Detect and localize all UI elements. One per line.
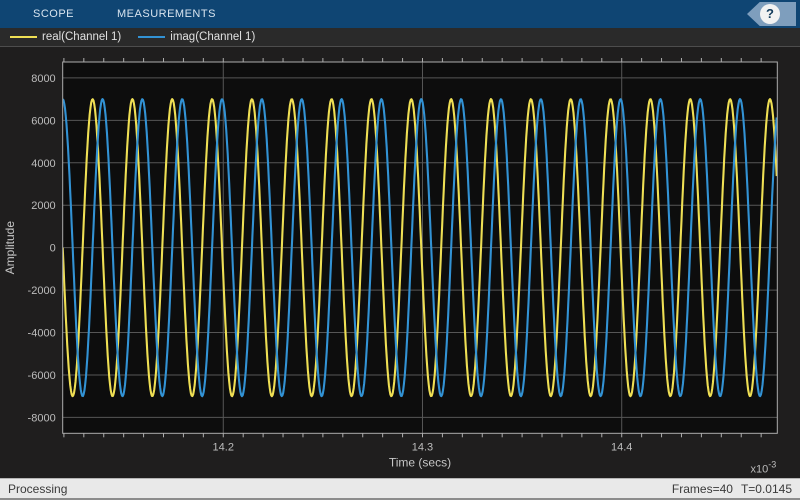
status-message: Processing [8, 482, 67, 496]
status-frames: Frames=40 [672, 482, 733, 496]
legend-label-imag: imag(Channel 1) [170, 31, 255, 43]
x-tick-label: 14.4 [611, 441, 632, 453]
tab-scope[interactable]: SCOPE [16, 0, 91, 28]
legend-bar: real(Channel 1) imag(Channel 1) [0, 28, 800, 47]
legend-item-imag[interactable]: imag(Channel 1) [138, 31, 255, 43]
y-axis-label: Amplitude [3, 221, 17, 275]
help-button[interactable]: ? [747, 2, 796, 26]
help-icon[interactable]: ? [760, 4, 780, 24]
x-axis-multiplier: x10-3 [751, 459, 777, 475]
legend-label-real: real(Channel 1) [42, 31, 121, 43]
status-bar: Processing Frames=40 T=0.0145 [0, 478, 800, 500]
y-tick-label: -2000 [28, 285, 56, 297]
y-tick-label: 2000 [31, 200, 55, 212]
status-counters: Frames=40 T=0.0145 [672, 482, 792, 496]
y-tick-label: 8000 [31, 73, 55, 85]
legend-item-real[interactable]: real(Channel 1) [10, 31, 121, 43]
x-tick-label: 14.2 [213, 441, 234, 453]
tab-measurements[interactable]: MEASUREMENTS [100, 0, 233, 28]
scope-axes[interactable]: 14.2 14.3 14.4 -8000 -6000 -4000 -2000 0 2000 400… [0, 48, 800, 478]
x-axis-label: Time (secs) [389, 455, 451, 469]
y-tick-label: 6000 [31, 115, 55, 127]
status-time: T=0.0145 [741, 482, 792, 496]
x-tick-label: 14.3 [412, 441, 433, 453]
y-tick-label: 4000 [31, 158, 55, 170]
y-tick-label: -4000 [28, 328, 56, 340]
scope-window: SCOPE MEASUREMENTS ? real(Channel 1) ima… [0, 0, 800, 500]
imag-line-sample-icon [138, 36, 165, 38]
y-tick-label: -8000 [28, 412, 56, 424]
y-tick-label: -6000 [28, 370, 56, 382]
real-line-sample-icon [10, 36, 37, 38]
y-tick-label: 0 [50, 243, 56, 255]
plot-area[interactable]: 14.2 14.3 14.4 -8000 -6000 -4000 -2000 0 2000 400… [0, 48, 800, 478]
toolstrip-tabbar: SCOPE MEASUREMENTS ? [0, 0, 800, 28]
